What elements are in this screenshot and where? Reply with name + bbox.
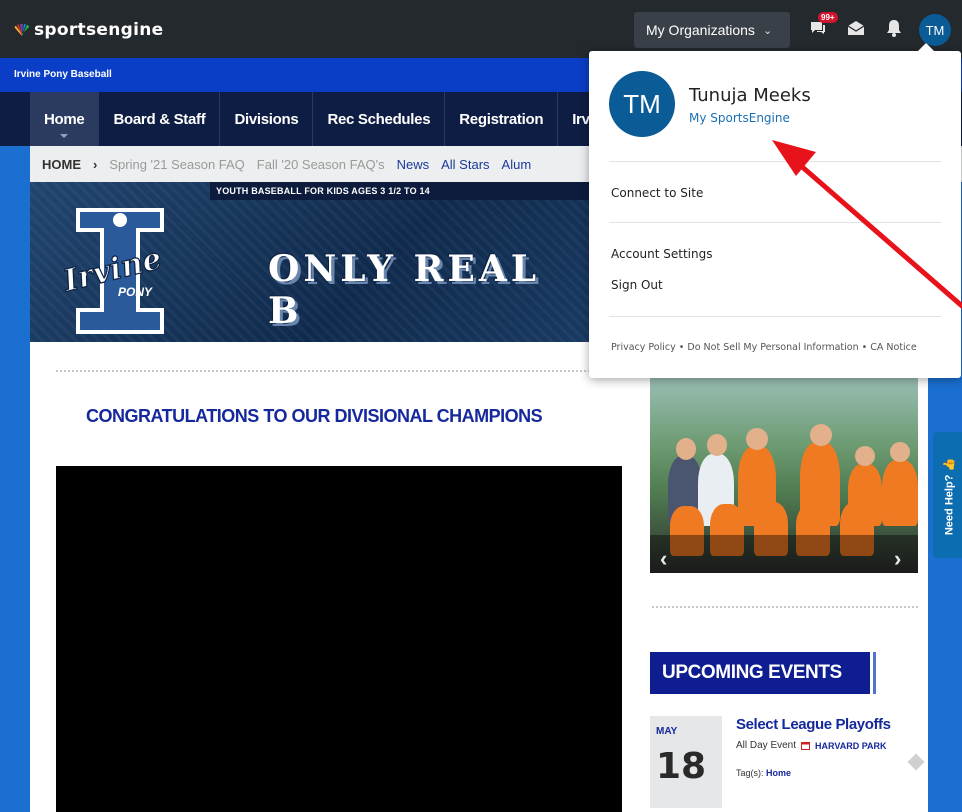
chevron-left-icon[interactable]: ‹ — [660, 546, 667, 572]
event-meta: All Day Event HARVARD PARK — [736, 740, 887, 751]
user-avatar-button[interactable]: TM — [919, 14, 951, 46]
menu-divider — [609, 316, 941, 317]
org-button-label: My Organizations — [646, 22, 755, 38]
chevron-right-icon[interactable]: › — [894, 546, 901, 572]
inbox-icon[interactable] — [844, 16, 868, 40]
event-day: 18 — [656, 746, 707, 787]
menu-divider — [609, 222, 941, 223]
nav-registration[interactable]: Registration — [445, 92, 559, 146]
tags-label: Tag(s): — [736, 768, 764, 778]
event-title-link[interactable]: Select League Playoffs — [736, 716, 891, 733]
divider — [652, 606, 918, 608]
peacock-icon — [14, 24, 29, 36]
event-time: All Day Event — [736, 740, 797, 751]
divider — [56, 370, 590, 372]
global-header: sportsengine My Organizations ⌄ 99+ TM — [0, 0, 962, 58]
nav-rec-schedules[interactable]: Rec Schedules — [313, 92, 446, 146]
my-sportsengine-link[interactable]: My SportsEngine — [689, 111, 790, 125]
calendar-icon — [801, 742, 811, 750]
user-name: Tunuja Meeks — [689, 85, 811, 106]
breadcrumb-home[interactable]: HOME — [42, 157, 81, 172]
sportsengine-logo[interactable]: sportsengine — [14, 20, 163, 40]
chevron-down-icon: ⌄ — [762, 24, 773, 37]
subnav-news[interactable]: News — [397, 157, 430, 172]
dropdown-caret — [918, 43, 934, 51]
banner-tagline: YOUTH BASEBALL FOR KIDS AGES 3 1/2 TO 14 — [210, 182, 590, 200]
need-help-tab[interactable]: Need Help? 👍 — [933, 432, 962, 558]
subnav-spring-faq[interactable]: Spring '21 Season FAQ — [109, 157, 244, 172]
user-menu-dropdown: TM Tunuja Meeks My SportsEngine Connect … — [589, 43, 961, 378]
event-month: MAY — [656, 726, 678, 737]
subnav-all-stars[interactable]: All Stars — [441, 157, 489, 172]
need-help-label: Need Help? 👍 — [943, 457, 956, 536]
my-organizations-button[interactable]: My Organizations ⌄ — [634, 12, 790, 48]
event-date: MAY 18 — [650, 716, 722, 808]
nav-board-staff[interactable]: Board & Staff — [99, 92, 221, 146]
breadcrumb-separator: › — [93, 156, 98, 172]
event-tags: Tag(s): Home — [736, 768, 791, 778]
photo-caption-bar — [650, 535, 918, 573]
connect-to-site-item[interactable]: Connect to Site — [611, 186, 703, 200]
banner-slogan: ONLY REAL B — [268, 248, 541, 332]
nav-divisions[interactable]: Divisions — [220, 92, 314, 146]
subnav-alumni[interactable]: Alum — [502, 157, 532, 172]
site-name[interactable]: Irvine Pony Baseball — [14, 69, 112, 80]
notification-badge: 99+ — [818, 12, 838, 23]
site-banner: YOUTH BASEBALL FOR KIDS AGES 3 1/2 TO 14… — [30, 182, 590, 342]
page-headline: CONGRATULATIONS TO OUR DIVISIONAL CHAMPI… — [86, 406, 543, 426]
champions-photo-slider[interactable]: ‹ › — [650, 376, 918, 573]
bell-icon[interactable] — [882, 16, 906, 40]
account-settings-item[interactable]: Account Settings — [611, 247, 712, 261]
logo-sub: PONY — [118, 285, 153, 299]
menu-divider — [609, 161, 941, 162]
logo-text: sportsengine — [34, 20, 164, 40]
sign-out-item[interactable]: Sign Out — [611, 278, 663, 292]
nav-home[interactable]: Home — [30, 92, 100, 146]
video-player[interactable] — [56, 466, 622, 812]
dropdown-footer-links[interactable]: Privacy Policy • Do Not Sell My Personal… — [611, 342, 917, 353]
user-avatar: TM — [609, 71, 675, 137]
tag-home-link[interactable]: Home — [766, 768, 791, 778]
event-location-link[interactable]: HARVARD PARK — [815, 741, 887, 751]
upcoming-events-title: UPCOMING EVENTS — [650, 652, 876, 694]
subnav-fall-faq[interactable]: Fall '20 Season FAQ's — [257, 157, 385, 172]
irvine-pony-logo[interactable]: Irvine PONY — [60, 204, 180, 336]
